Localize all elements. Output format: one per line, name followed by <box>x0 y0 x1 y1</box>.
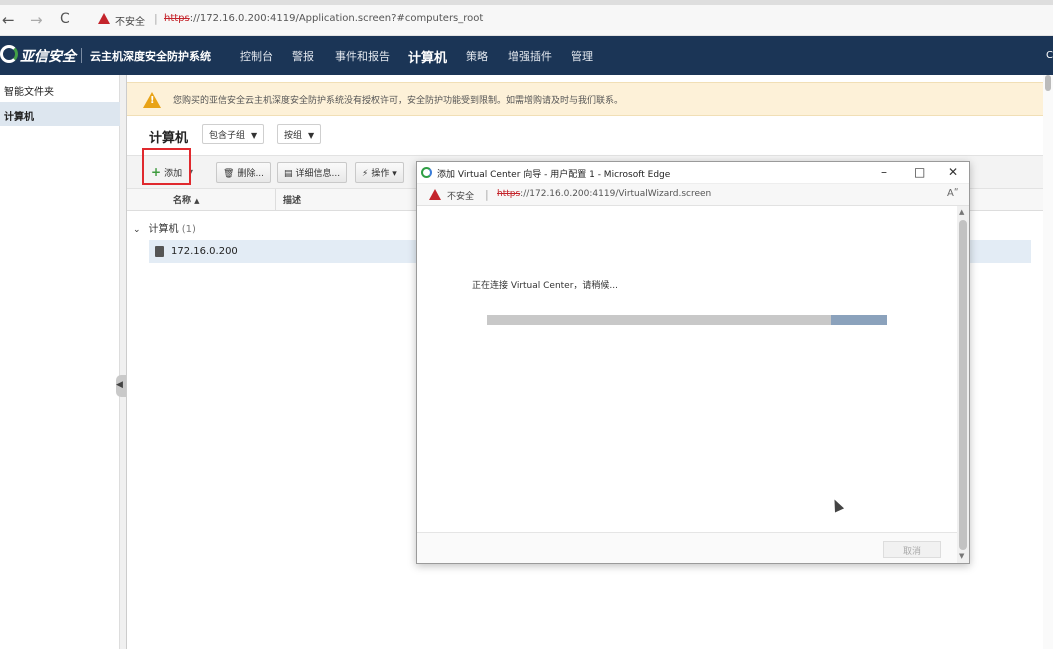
wizard-titlebar[interactable]: 添加 Virtual Center 向导 - 用户配置 1 - Microsof… <box>417 162 969 184</box>
delete-button[interactable]: 🗑 删除... <box>216 162 272 183</box>
minimize-button[interactable]: – <box>881 165 887 179</box>
sidebar-item-computers[interactable]: 计算机 <box>0 102 120 126</box>
nav-admin[interactable]: 管理 <box>571 48 593 64</box>
wizard-url[interactable]: https://172.16.0.200:4119/VirtualWizard.… <box>497 189 711 199</box>
details-button[interactable]: ▤ 详细信息... <box>277 162 348 183</box>
system-name: 云主机深度安全防护系统 <box>90 50 211 63</box>
chevron-down-icon[interactable]: ⌄ <box>133 225 141 235</box>
maximize-button[interactable]: □ <box>914 165 925 179</box>
details-button-label: 详细信息... <box>295 169 341 179</box>
nav-dashboard[interactable]: 控制台 <box>240 48 273 64</box>
chevron-down-icon: ▾ <box>392 169 397 179</box>
wizard-scrollbar[interactable]: ▲ ▼ <box>957 206 969 563</box>
forward-icon[interactable]: → <box>30 11 43 29</box>
wizard-title: 添加 Virtual Center 向导 - 用户配置 1 - Microsof… <box>437 170 671 180</box>
progress-bar-fill <box>831 315 887 325</box>
subgroups-dropdown-label: 包含子组 <box>209 131 246 141</box>
group-count: (1) <box>181 224 196 235</box>
warning-icon <box>143 92 161 108</box>
tab-strip <box>0 0 1053 5</box>
browser-toolbar: ← → C 不安全 | https://172.16.0.200:4119/Ap… <box>0 0 1053 36</box>
progress-bar <box>487 315 887 325</box>
trash-icon: 🗑 <box>223 169 235 179</box>
cancel-button[interactable]: 取消 <box>883 541 941 558</box>
panel-splitter[interactable] <box>120 75 127 649</box>
banner-text: 您购买的亚信安全云主机深度安全防护系统没有授权许可，安全防护功能受到限制。如需增… <box>173 96 624 106</box>
nav-alerts[interactable]: 警报 <box>292 48 314 64</box>
page-title: 计算机 <box>149 131 189 146</box>
page-scrollbar[interactable] <box>1043 75 1053 649</box>
actions-button-label: 操作 <box>371 169 390 179</box>
warning-icon <box>429 189 441 200</box>
header-right-text[interactable]: C <box>1046 50 1053 61</box>
group-by-dropdown[interactable]: 按组 ▼ <box>277 124 322 144</box>
wizard-content: 正在连接 Virtual Center，请稍候... <box>417 206 957 532</box>
wizard-footer: 取消 <box>417 532 957 563</box>
close-button[interactable]: ✕ <box>948 165 958 179</box>
delete-button-label: 删除... <box>237 169 265 179</box>
address-bar[interactable]: https://172.16.0.200:4119/Application.sc… <box>164 13 483 24</box>
license-warning-banner: 您购买的亚信安全云主机深度安全防护系统没有授权许可，安全防护功能受到限制。如需增… <box>127 82 1053 116</box>
column-header-name[interactable]: 名称 ▲ <box>173 193 200 206</box>
logo-icon <box>0 45 18 63</box>
connecting-message: 正在连接 Virtual Center，请稍候... <box>472 281 619 291</box>
page-scrollbar-thumb[interactable] <box>1045 75 1051 91</box>
wizard-scrollbar-thumb[interactable] <box>959 220 967 550</box>
unsafe-label[interactable]: 不安全 <box>115 13 145 28</box>
sort-ascending-icon: ▲ <box>194 197 200 205</box>
nav-events-reports[interactable]: 事件和报告 <box>335 48 390 64</box>
url-rest: ://172.16.0.200:4119/VirtualWizard.scree… <box>520 189 712 199</box>
chevron-down-icon: ▼ <box>308 131 315 140</box>
chevron-down-icon: ▼ <box>251 131 258 140</box>
back-icon[interactable]: ← <box>2 11 15 29</box>
sidebar-item-smart-folders[interactable]: 智能文件夹 <box>0 77 120 101</box>
wizard-window: 添加 Virtual Center 向导 - 用户配置 1 - Microsof… <box>416 161 970 564</box>
scroll-down-icon[interactable]: ▼ <box>959 552 964 560</box>
nav-plugins[interactable]: 增强插件 <box>508 48 552 64</box>
url-scheme: https <box>497 189 521 199</box>
computer-icon <box>155 246 164 257</box>
reload-icon[interactable]: C <box>60 11 70 27</box>
column-name-label: 名称 <box>173 196 192 206</box>
warning-icon <box>98 13 110 24</box>
column-divider <box>275 189 276 211</box>
subgroups-dropdown[interactable]: 包含子组 ▼ <box>202 124 265 144</box>
address-separator: | <box>154 12 158 25</box>
scroll-up-icon[interactable]: ▲ <box>959 208 964 216</box>
details-icon: ▤ <box>284 169 293 179</box>
url-rest: ://172.16.0.200:4119/Application.screen?… <box>189 13 484 24</box>
column-header-description[interactable]: 描述 <box>283 193 301 206</box>
nav-policies[interactable]: 策略 <box>466 48 488 64</box>
collapse-sidebar-handle[interactable] <box>116 375 126 397</box>
edge-icon <box>421 167 432 178</box>
group-by-dropdown-label: 按组 <box>284 131 303 141</box>
add-button-highlight <box>142 148 191 185</box>
sidebar: 智能文件夹 计算机 <box>0 75 120 649</box>
table-group-row[interactable]: ⌄ 计算机 (1) <box>133 220 196 235</box>
logo-divider <box>81 48 82 63</box>
url-scheme: https <box>164 13 190 24</box>
nav-computers[interactable]: 计算机 <box>408 47 447 66</box>
address-separator: | <box>485 188 489 201</box>
logo[interactable]: 亚信安全 <box>20 46 76 66</box>
wizard-address-bar: 不安全 | https://172.16.0.200:4119/VirtualW… <box>417 184 969 206</box>
lightning-icon: ⚡ <box>362 169 369 179</box>
unsafe-label[interactable]: 不安全 <box>447 189 474 202</box>
actions-button[interactable]: ⚡ 操作 ▾ <box>355 162 404 183</box>
group-label: 计算机 <box>148 224 179 235</box>
app-header: 亚信安全 云主机深度安全防护系统 控制台 警报 事件和报告 计算机 策略 增强插… <box>0 36 1053 75</box>
computer-name: 172.16.0.200 <box>171 246 238 257</box>
read-aloud-icon[interactable]: Aʺ <box>947 188 958 199</box>
